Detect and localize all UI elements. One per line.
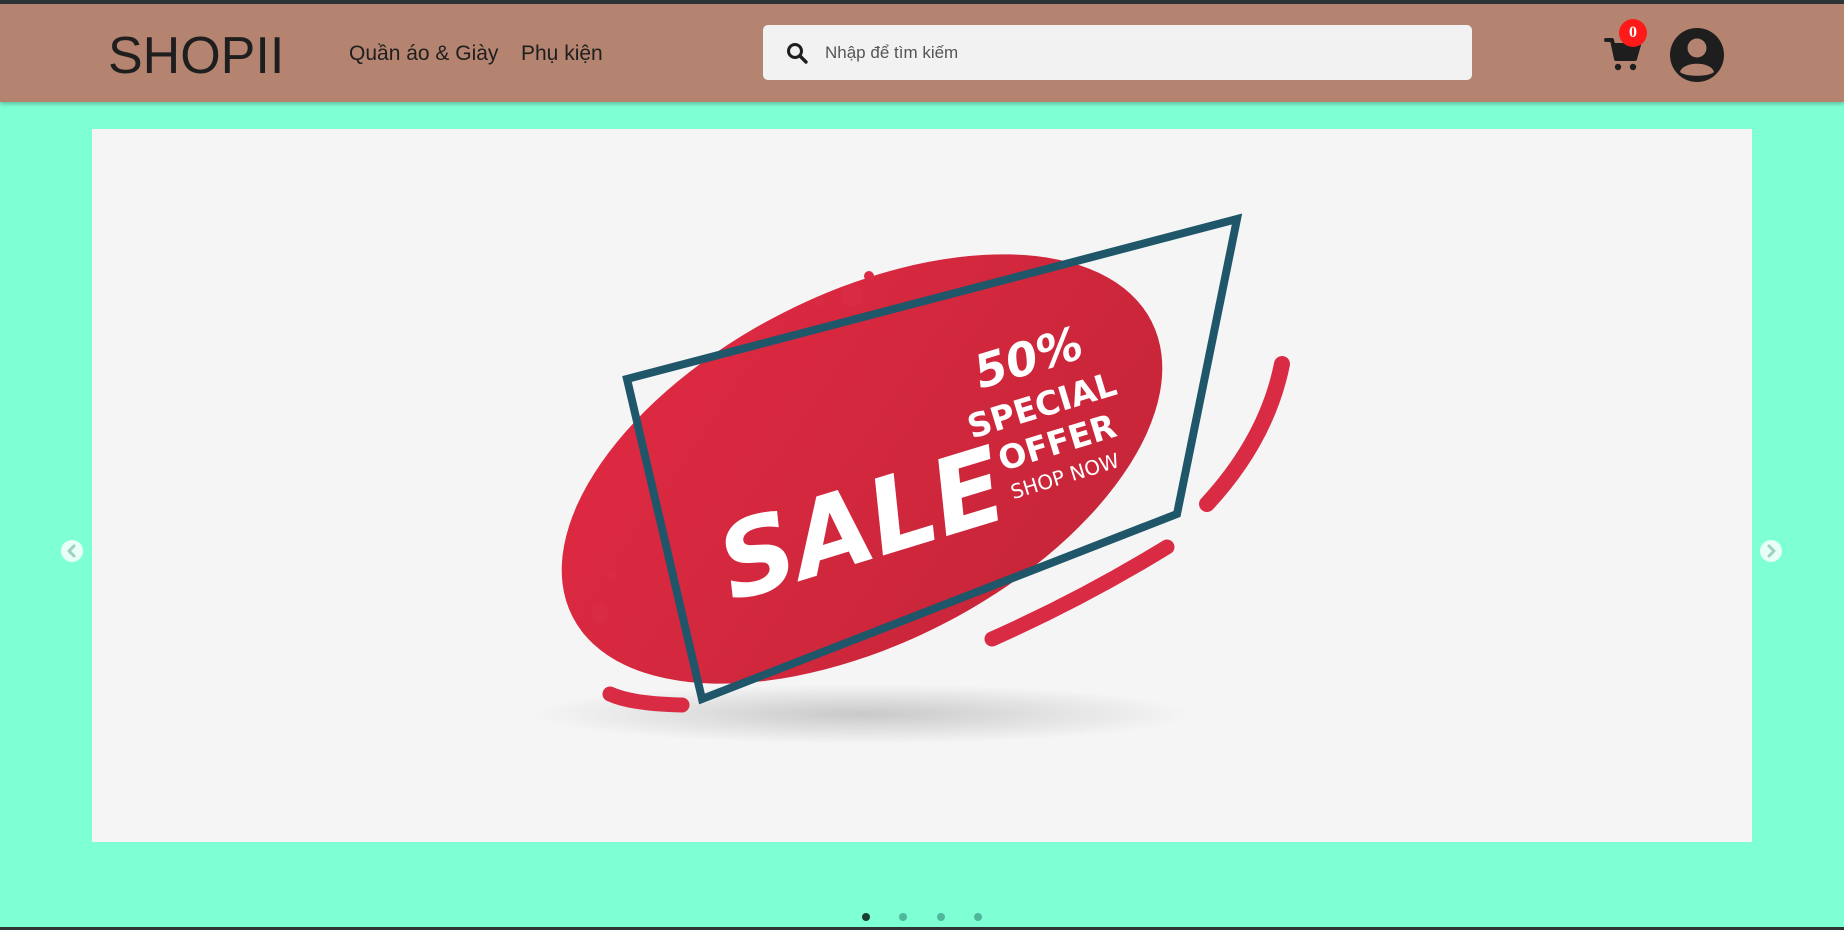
carousel-dot-2[interactable] xyxy=(899,913,907,921)
chevron-left-icon xyxy=(67,544,76,558)
user-avatar-icon[interactable] xyxy=(1669,27,1725,83)
search-icon[interactable] xyxy=(785,41,809,65)
carousel-dot-3[interactable] xyxy=(937,913,945,921)
carousel-indicators xyxy=(0,913,1844,923)
nav-link-clothing-shoes[interactable]: Quần áo & Giày xyxy=(349,40,498,68)
cart-count-badge: 0 xyxy=(1619,19,1647,47)
carousel-next-button[interactable] xyxy=(1760,540,1782,562)
decor-dot xyxy=(607,570,617,580)
site-header: SHOPII Quần áo & Giày Phụ kiện 0 xyxy=(0,4,1844,102)
carousel-dot-1[interactable] xyxy=(862,913,870,921)
decor-dot xyxy=(591,605,609,623)
decor-curve-right xyxy=(1199,356,1290,512)
chevron-right-icon xyxy=(1767,544,1776,558)
decor-dot xyxy=(841,285,863,307)
hero-carousel: SALE 50% SPECIAL OFFER SHOP NOW xyxy=(0,102,1844,930)
nav-link-accessories[interactable]: Phụ kiện xyxy=(521,40,603,68)
sale-banner-graphic: SALE 50% SPECIAL OFFER SHOP NOW xyxy=(532,213,1290,744)
site-logo[interactable]: SHOPII xyxy=(108,26,284,86)
decor-dot xyxy=(814,296,824,306)
search-input[interactable] xyxy=(825,25,1455,80)
decor-dot xyxy=(864,271,874,281)
search-bar xyxy=(763,25,1472,80)
carousel-prev-button[interactable] xyxy=(61,540,83,562)
carousel-dot-4[interactable] xyxy=(974,913,982,921)
carousel-slide-sale-banner[interactable]: SALE 50% SPECIAL OFFER SHOP NOW xyxy=(92,129,1752,842)
